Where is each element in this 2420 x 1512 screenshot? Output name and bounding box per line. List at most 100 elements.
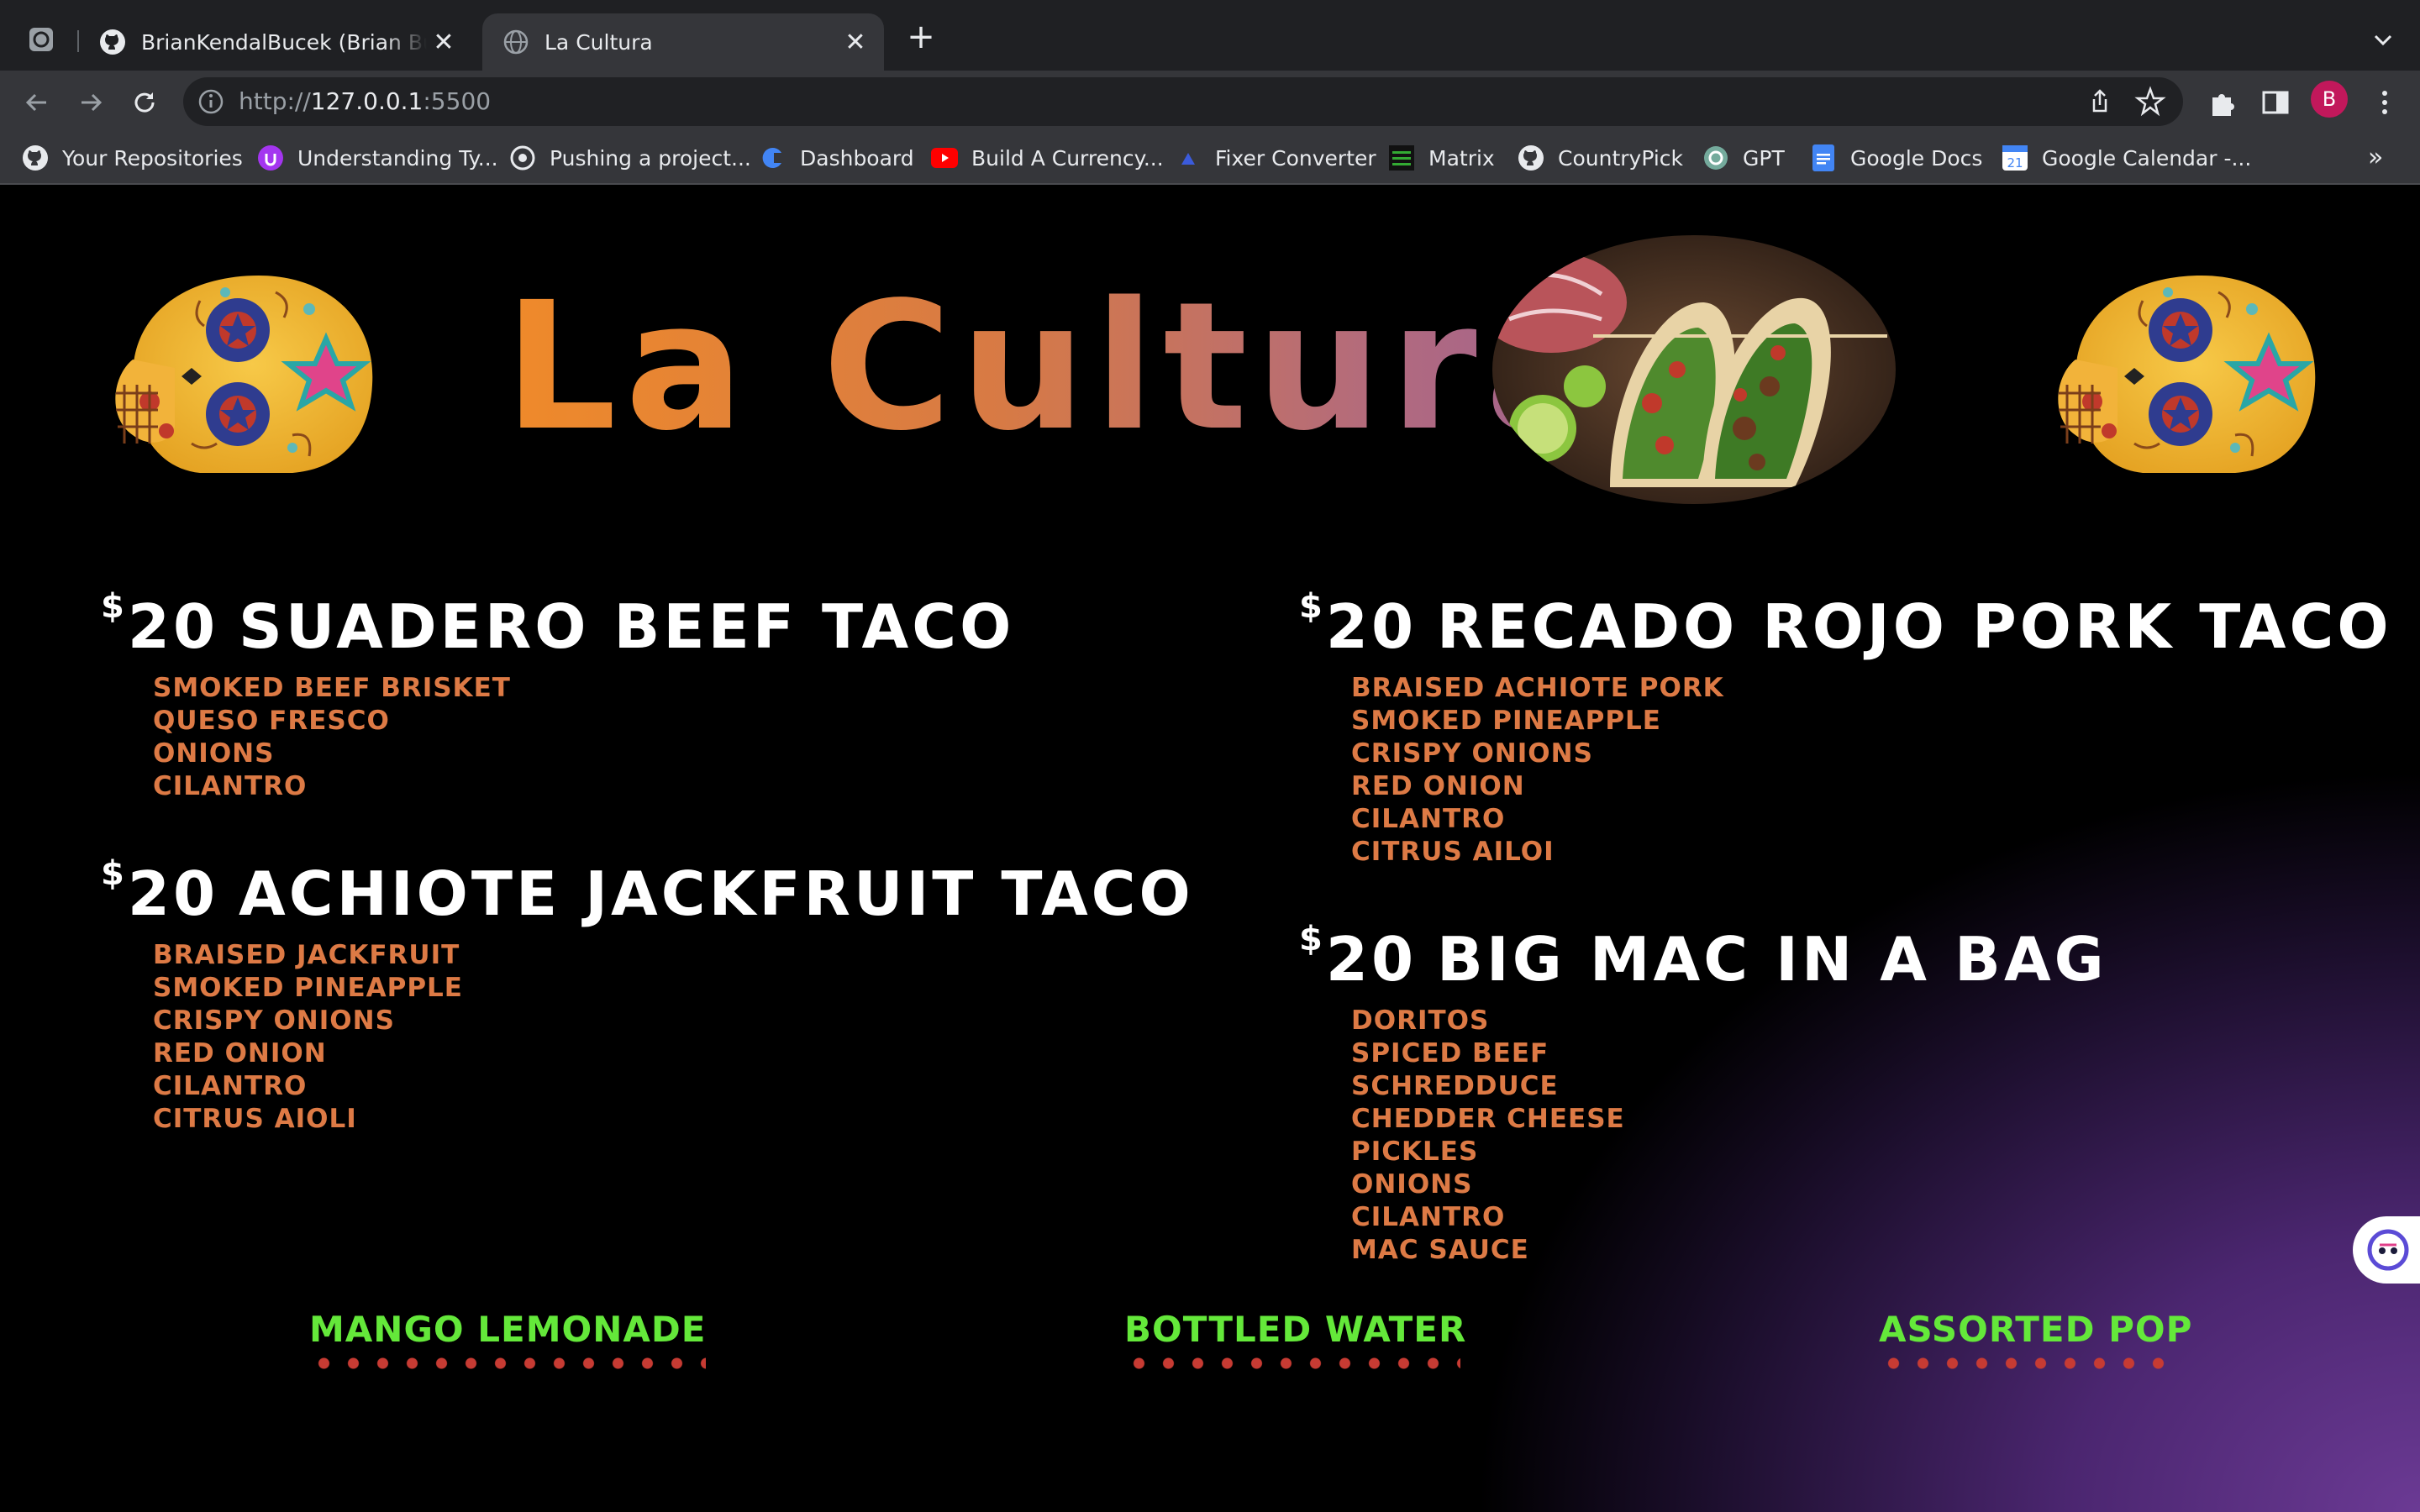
url-text[interactable]: http://127.0.0.1:5500 [239, 87, 491, 115]
sugar-skull-image [2058, 276, 2316, 473]
drink-assorted-pop: ASSORTED POP [1879, 1309, 2193, 1371]
bookmark-label: Understanding Ty... [297, 145, 498, 171]
price-value: 20 [1325, 924, 1418, 995]
assistant-widget-button[interactable] [2353, 1216, 2420, 1284]
url-scheme: http:// [239, 87, 311, 115]
ingredient-list: SMOKED BEEF BRISKET QUESO FRESCO ONIONS … [153, 672, 1014, 803]
ingredient: CILANTRO [1351, 1202, 1506, 1232]
ingredient: ONIONS [1351, 1169, 1473, 1200]
bookmark-label: GPT [1743, 145, 1785, 171]
ingredient: SMOKED BEEF BRISKET [153, 673, 511, 703]
price-symbol: $ [101, 587, 128, 626]
ingredient: BRAISED ACHIOTE PORK [1351, 673, 1724, 703]
menu-item-recado-rojo: $20 RECADO ROJO PORK TACO BRAISED ACHIOT… [1299, 590, 2392, 869]
ingredient: CRISPY ONIONS [1351, 738, 1593, 769]
bookmark-your-repositories[interactable]: Your Repositories [22, 143, 243, 173]
reload-icon [134, 92, 155, 113]
menu-item-price: $20 [1299, 922, 1417, 990]
ingredient: SMOKED PINEAPPLE [1351, 706, 1661, 736]
menu-item-price: $20 [1299, 590, 1417, 657]
price-value: 20 [127, 858, 219, 929]
bookmark-understanding-ty[interactable]: Understanding Ty... [257, 143, 498, 173]
new-tab-button[interactable]: + [904, 20, 938, 55]
ingredient: ONIONS [153, 738, 275, 769]
forward-button[interactable] [74, 86, 108, 119]
reload-button[interactable] [128, 86, 161, 119]
menu-item-achiote-jackfruit: $20 ACHIOTE JACKFRUIT TACO BRAISED JACKF… [101, 857, 1194, 1136]
info-icon[interactable] [195, 86, 227, 118]
profile-avatar[interactable]: B [2311, 81, 2348, 118]
url-port: :5500 [423, 87, 492, 115]
extensions-puzzle-icon[interactable] [2206, 86, 2239, 119]
dotted-underline [1124, 1356, 1460, 1371]
browser-toolbar: http://127.0.0.1:5500 [0, 71, 2420, 131]
matrix-icon [1388, 144, 1415, 171]
bookmark-matrix[interactable]: Matrix [1388, 143, 1495, 173]
tacos-photo [1492, 235, 1896, 504]
bookmark-google-calendar[interactable]: 21 Google Calendar -... [2002, 143, 2251, 173]
tab-title: BrianKendalBucek (Brian Bucek) [141, 29, 427, 55]
youtube-icon [931, 144, 958, 171]
close-tab-icon[interactable]: ✕ [427, 25, 460, 59]
drink-name: BOTTLED WATER [1124, 1309, 1467, 1350]
tab-la-cultura[interactable]: La Cultura ✕ [482, 13, 884, 71]
menu-item-heading: $20 SUADERO BEEF TACO [101, 590, 1015, 662]
bookmark-label: Google Calendar -... [2042, 145, 2252, 171]
udemy-icon [257, 144, 284, 171]
ingredient: SCHREDDUCE [1351, 1071, 1559, 1101]
menu-item-name: BIG MAC IN A BAG [1437, 924, 2107, 995]
openai-icon [1702, 144, 1729, 171]
bookmark-label: Pushing a project... [550, 145, 751, 171]
ingredient: BRAISED JACKFRUIT [153, 940, 460, 970]
tab-github[interactable]: BrianKendalBucek (Brian Bucek) ✕ [92, 13, 472, 71]
google-calendar-icon: 21 [2002, 144, 2028, 171]
bookmarks-overflow-button[interactable]: » [2368, 143, 2383, 172]
svg-text:21: 21 [2007, 155, 2023, 171]
bookmark-countrypick[interactable]: CountryPick [1518, 143, 1683, 173]
github-icon [22, 144, 49, 171]
ingredient: CILANTRO [153, 771, 308, 801]
bookmark-gpt[interactable]: GPT [1702, 143, 1785, 173]
arrow-left-icon [25, 93, 46, 112]
bookmark-label: Dashboard [800, 145, 914, 171]
ingredient-list: BRAISED JACKFRUIT SMOKED PINEAPPLE CRISP… [153, 939, 1194, 1136]
address-bar[interactable]: http://127.0.0.1:5500 [183, 77, 2183, 126]
bookmark-label: Your Repositories [62, 145, 243, 171]
drink-mango-lemonade: MANGO LEMONADE [309, 1312, 706, 1371]
url-host: 127.0.0.1 [310, 87, 424, 115]
bookmark-fixer-converter[interactable]: Fixer Converter [1175, 143, 1376, 173]
ingredient: CRISPY ONIONS [153, 1005, 395, 1036]
google-docs-icon [1810, 144, 1837, 171]
close-tab-icon[interactable]: ✕ [839, 25, 872, 59]
robot-face-icon [2367, 1229, 2409, 1271]
menu-item-heading: $20 RECADO ROJO PORK TACO [1299, 590, 2392, 662]
fixer-icon [1175, 144, 1202, 171]
menu-item-price: $20 [101, 590, 218, 657]
ingredient: QUESO FRESCO [153, 706, 390, 736]
tab-strip: BrianKendalBucek (Brian Bucek) ✕ La Cult… [0, 0, 2420, 71]
side-panel-icon[interactable] [2259, 86, 2292, 119]
tab-search-chevron-icon[interactable] [2368, 25, 2398, 55]
bookmark-pushing-a-project[interactable]: Pushing a project... [509, 143, 751, 173]
menu-item-name: RECADO ROJO PORK TACO [1437, 591, 2392, 662]
bookmark-build-a-currency[interactable]: Build A Currency... [931, 143, 1164, 173]
bookmark-dashboard[interactable]: Dashboard [760, 143, 914, 173]
ingredient: RED ONION [153, 1038, 327, 1068]
bookmark-star-icon[interactable] [2134, 86, 2166, 118]
drink-name: ASSORTED POP [1879, 1309, 2193, 1350]
bookmark-google-docs[interactable]: Google Docs [1810, 143, 1982, 173]
bookmark-label: CountryPick [1558, 145, 1684, 171]
ingredient: SPICED BEEF [1351, 1038, 1549, 1068]
openai-icon [29, 28, 53, 51]
back-button[interactable] [20, 86, 54, 119]
brand-title: La Cultura [504, 264, 1613, 470]
kebab-menu-icon[interactable] [2368, 86, 2402, 119]
dashboard-icon [760, 144, 786, 171]
pinned-tab-chatgpt[interactable] [25, 24, 57, 55]
ingredient: CITRUS AILOI [1351, 837, 1555, 867]
dotted-underline [309, 1356, 706, 1371]
menu-item-heading: $20 ACHIOTE JACKFRUIT TACO [101, 857, 1194, 924]
share-icon[interactable] [2084, 86, 2116, 118]
menu-item-name: SUADERO BEEF TACO [239, 591, 1015, 662]
ingredient-list: BRAISED ACHIOTE PORK SMOKED PINEAPPLE CR… [1351, 672, 2392, 869]
